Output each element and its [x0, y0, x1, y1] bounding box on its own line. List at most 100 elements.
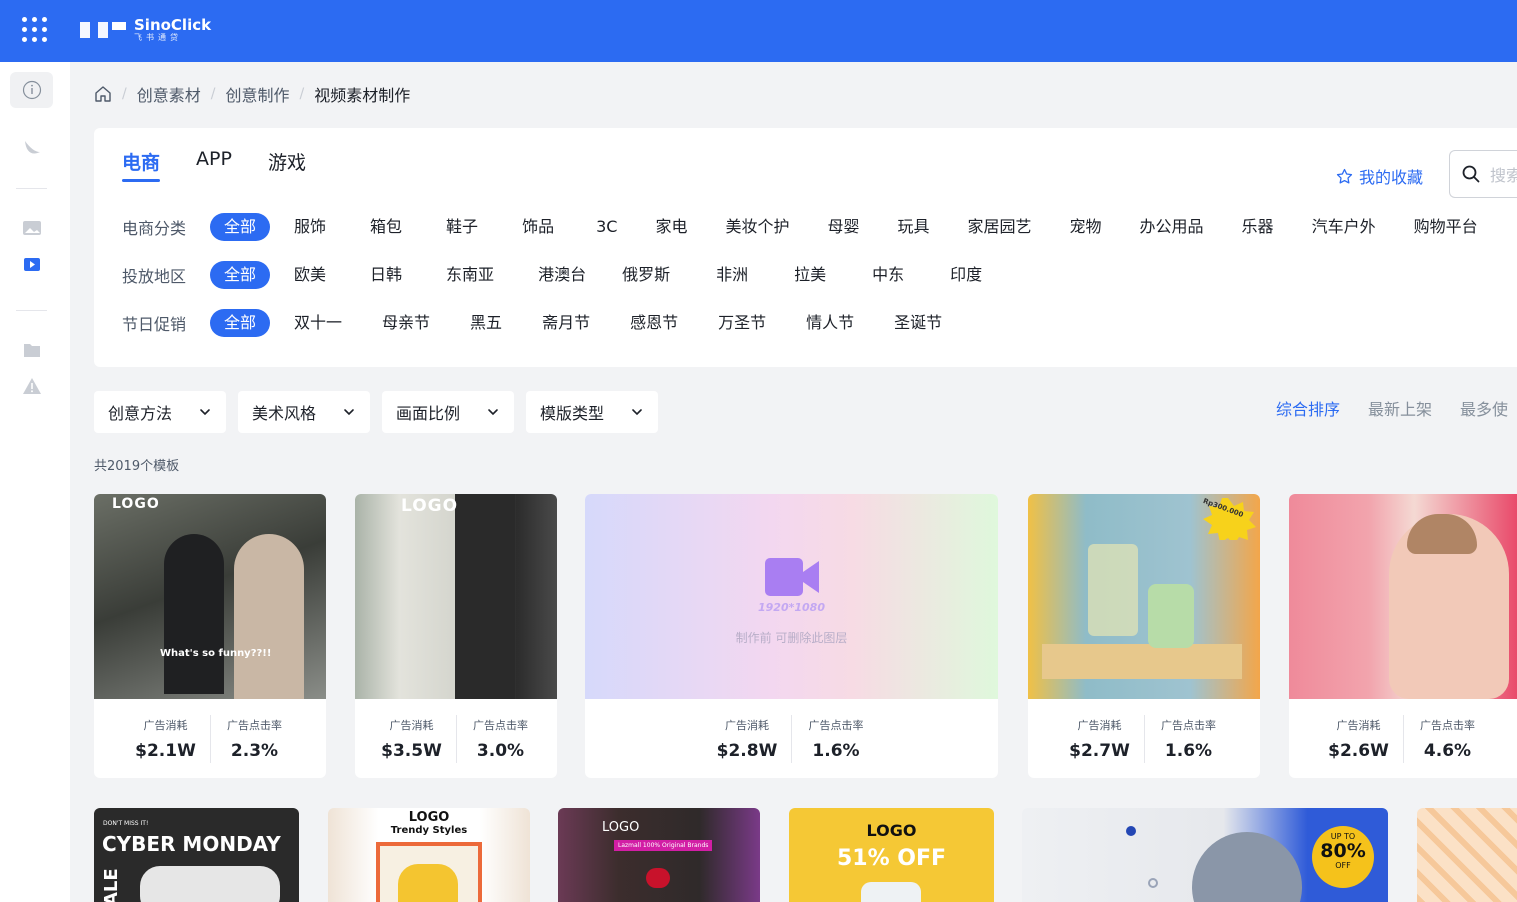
chevron-down-icon [200, 409, 210, 416]
leaf-icon[interactable] [10, 130, 53, 166]
dropdown-art-style[interactable]: 美术风格 [238, 391, 370, 433]
dropdown-template-type[interactable]: 模版类型 [526, 391, 658, 433]
filter-option[interactable]: 乐器 [1228, 213, 1288, 241]
dropdown-label: 模版类型 [540, 404, 605, 423]
template-card[interactable] [1417, 808, 1517, 902]
template-card[interactable]: 1920*1080 制作前 可删除此图层 广告消耗 $2.8W 广告点击率 1.6% [585, 494, 998, 778]
template-card[interactable]: LOGO 广告消耗 $3.5W 广告点击率 3.0% [355, 494, 557, 778]
stat-ctr: 2.3% [230, 740, 279, 761]
filter-option[interactable]: 欧美 [280, 261, 340, 289]
template-card[interactable]: 广告消耗 $2.6W 广告点击率 4.6% [1289, 494, 1517, 778]
filter-option[interactable]: 万圣节 [704, 309, 780, 337]
card-stats: 广告消耗 $2.6W 广告点击率 4.6% [1289, 699, 1517, 778]
breadcrumb-separator: / [122, 86, 127, 102]
filter-option[interactable]: 港澳台 [524, 261, 600, 289]
filter-option[interactable]: 日韩 [356, 261, 416, 289]
sidebar-divider [16, 188, 47, 189]
filter-option[interactable]: 母亲节 [368, 309, 444, 337]
top-bar: SinoClick 飞书通贷 [0, 0, 1517, 62]
filter-option[interactable]: 母婴 [813, 213, 873, 241]
filter-option[interactable]: 办公用品 [1126, 213, 1218, 241]
filter-option[interactable]: 家电 [641, 213, 701, 241]
filter-option[interactable]: 箱包 [356, 213, 416, 241]
dimension-text: 1920*1080 [758, 601, 825, 614]
thumb-strip: Lazmall 100% Original Brands [614, 840, 713, 851]
template-thumbnail: 1920*1080 制作前 可删除此图层 [585, 494, 998, 699]
video-icon[interactable] [10, 246, 53, 282]
filter-row-category: 电商分类 全部 服饰 箱包 鞋子 饰品 3C 家电 美妆个护 母婴 玩具 家居园… [122, 212, 1492, 242]
filter-option[interactable]: 宠物 [1056, 213, 1116, 241]
template-card[interactable]: DON'T MISS IT! CYBER MONDAY ALE [94, 808, 299, 902]
filter-label: 电商分类 [122, 219, 187, 238]
stat-label: 广告消耗 [1336, 718, 1381, 732]
filter-option[interactable]: 俄罗斯 [608, 261, 684, 289]
filter-option[interactable]: 家居园艺 [954, 213, 1046, 241]
thumb-side-text: ALE [101, 868, 122, 902]
filter-option[interactable]: 3C [582, 213, 631, 241]
tab-ecommerce[interactable]: 电商 [122, 148, 161, 182]
filter-option[interactable]: 全部 [210, 309, 271, 337]
template-card[interactable]: LOGO What's so funny??!! 广告消耗 $2.1W 广告点击率… [94, 494, 326, 778]
brand-logo[interactable]: SinoClick 飞书通贷 [78, 14, 211, 46]
filter-option[interactable]: 全部 [210, 261, 271, 289]
stat-label: 广告消耗 [143, 718, 188, 732]
dropdown-aspect-ratio[interactable]: 画面比例 [382, 391, 514, 433]
tab-game[interactable]: 游戏 [268, 148, 306, 182]
sort-newest[interactable]: 最新上架 [1368, 396, 1432, 420]
tab-app[interactable]: APP [196, 148, 232, 182]
sort-most-used[interactable]: 最多使 [1460, 396, 1508, 420]
template-card[interactable]: UP TO 80% OFF [1022, 808, 1388, 902]
filter-panel: 电商 APP 游戏 我的收藏 搜索 电商分类 全部 服饰 箱包 鞋子 饰品 3C… [94, 128, 1517, 367]
chevron-down-icon [344, 409, 354, 416]
filter-option[interactable]: 东南亚 [432, 261, 508, 289]
favorites-link[interactable]: 我的收藏 [1336, 164, 1423, 188]
stat-label: 广告点击率 [473, 718, 528, 732]
stat-divider [1402, 714, 1404, 763]
filter-option[interactable]: 情人节 [792, 309, 868, 337]
filter-option[interactable]: 感恩节 [616, 309, 692, 337]
app-grid-icon[interactable] [22, 17, 48, 43]
home-icon[interactable] [94, 85, 112, 103]
folder-icon[interactable] [10, 332, 53, 368]
product-item [646, 868, 670, 888]
stat-divider [455, 714, 457, 763]
breadcrumb: / 创意素材 / 创意制作 / 视频素材制作 [94, 82, 410, 106]
template-card[interactable]: LOGO Trendy Styles [328, 808, 530, 902]
brand-mark-icon [80, 22, 126, 38]
search-input[interactable]: 搜索 [1449, 150, 1517, 198]
template-card[interactable]: LOGO 51% OFF [789, 808, 994, 902]
template-card[interactable]: LOGO Lazmall 100% Original Brands [558, 808, 760, 902]
person-figure [455, 494, 515, 699]
filter-option[interactable]: 全部 [210, 213, 271, 241]
breadcrumb-item[interactable]: 创意制作 [225, 82, 289, 106]
template-thumbnail: LOGO [355, 494, 557, 699]
filter-option[interactable]: 双十一 [280, 309, 356, 337]
video-camera-icon [765, 558, 819, 596]
template-card[interactable]: Rp300.000 广告消耗 $2.7W 广告点击率 1.6% [1028, 494, 1260, 778]
filter-option[interactable]: 黑五 [456, 309, 516, 337]
breadcrumb-current: 视频素材制作 [314, 86, 411, 105]
info-icon[interactable] [10, 72, 53, 108]
filter-option[interactable]: 非洲 [702, 261, 762, 289]
filter-option[interactable]: 玩具 [883, 213, 943, 241]
filter-option[interactable]: 饰品 [508, 213, 568, 241]
filter-option[interactable]: 圣诞节 [880, 309, 956, 337]
filter-option[interactable]: 印度 [936, 261, 996, 289]
filter-option[interactable]: 服饰 [280, 213, 340, 241]
breadcrumb-item[interactable]: 创意素材 [137, 82, 201, 106]
sort-comprehensive[interactable]: 综合排序 [1276, 396, 1340, 420]
dropdown-creative-method[interactable]: 创意方法 [94, 391, 226, 433]
stat-divider [1143, 714, 1145, 763]
warning-icon[interactable] [10, 368, 53, 404]
filter-option[interactable]: 中东 [858, 261, 918, 289]
filter-option[interactable]: 购物平台 [1400, 213, 1492, 241]
product-gamepad [140, 866, 280, 902]
filter-option[interactable]: 鞋子 [432, 213, 492, 241]
filter-option[interactable]: 拉美 [780, 261, 840, 289]
filter-option[interactable]: 汽车户外 [1298, 213, 1390, 241]
image-icon[interactable] [10, 210, 53, 246]
filter-option[interactable]: 斋月节 [528, 309, 604, 337]
thumb-logo: LOGO [401, 496, 459, 516]
brand-subtitle: 飞书通贷 [134, 33, 182, 42]
filter-option[interactable]: 美妆个护 [711, 213, 803, 241]
